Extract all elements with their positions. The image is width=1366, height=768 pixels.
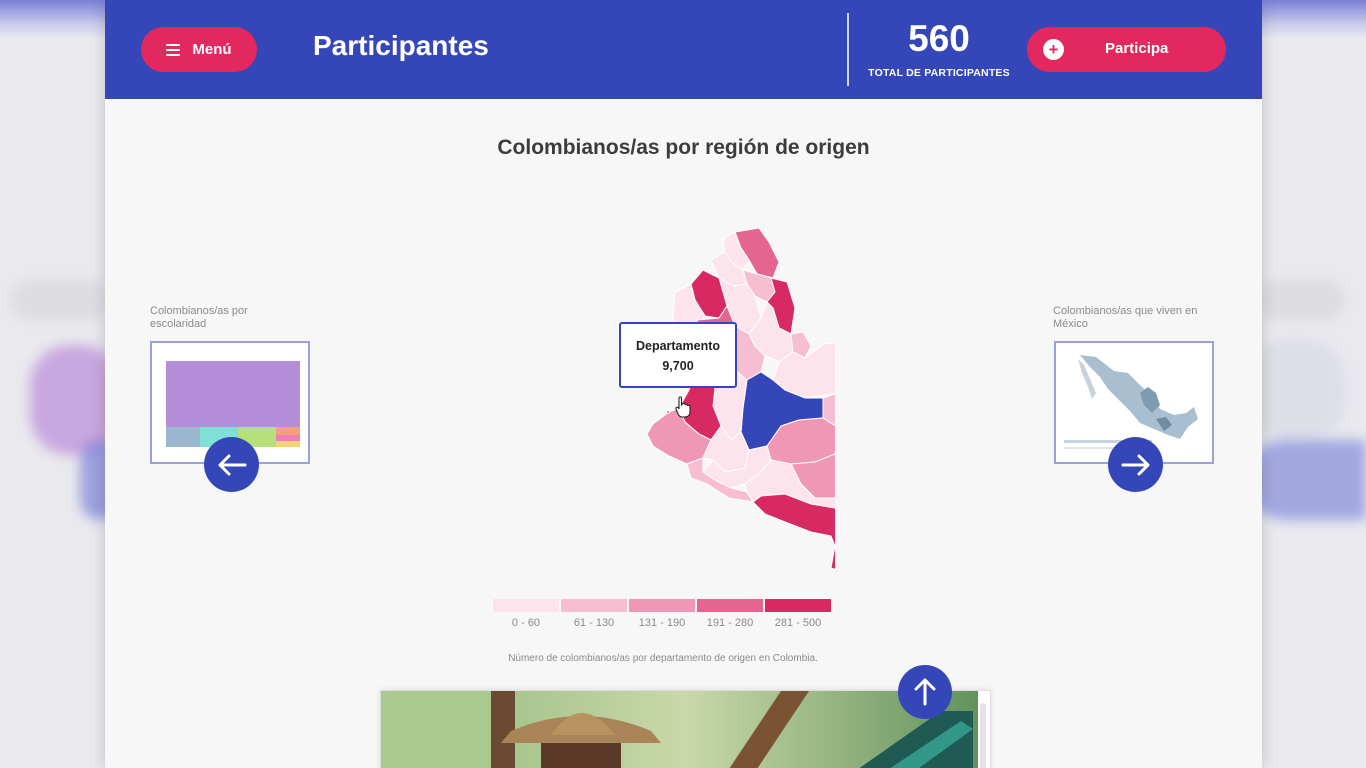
map-department xyxy=(752,493,835,570)
background-blur xyxy=(10,280,110,320)
menu-button[interactable]: Menú xyxy=(141,27,257,72)
legend-label: 191 - 280 xyxy=(706,617,754,629)
background-blur xyxy=(1246,440,1366,520)
tooltip-label: Departamento xyxy=(635,339,721,353)
legend-label: 131 - 190 xyxy=(638,617,686,629)
legend-swatch xyxy=(697,599,763,612)
modal-header: Menú Participantes 560 TOTAL DE PARTICIP… xyxy=(105,0,1262,99)
arrow-up-icon xyxy=(914,678,936,706)
legend-swatch xyxy=(629,599,695,612)
legend-label: 0 - 60 xyxy=(511,617,541,629)
plus-icon: + xyxy=(1043,39,1064,60)
total-participants-count: 560 xyxy=(908,18,970,59)
legend-swatch xyxy=(561,599,627,612)
legend-label: 281 - 500 xyxy=(774,617,822,629)
total-participants-label: TOTAL DE PARTICIPANTES xyxy=(868,67,1010,79)
hamburger-icon xyxy=(166,43,181,56)
legend-label: 61 - 130 xyxy=(573,617,615,629)
arrow-right-icon xyxy=(1121,454,1149,475)
map-legend-labels: 0 - 60 61 - 130 131 - 190 191 - 280 281 - 50… xyxy=(493,617,831,629)
next-chart-button[interactable] xyxy=(1108,437,1163,492)
map-legend xyxy=(493,599,831,612)
next-card-caption: Colombianos/as que viven en México xyxy=(1053,305,1198,330)
scroll-top-button[interactable] xyxy=(898,665,952,719)
arrow-left-icon xyxy=(218,454,246,475)
legend-swatch xyxy=(765,599,831,612)
section-title: Colombianos/as por región de origen xyxy=(497,136,870,159)
page-title: Participantes xyxy=(313,30,489,61)
participa-label: Participa xyxy=(1105,40,1169,57)
legend-swatch xyxy=(493,599,559,612)
header-divider xyxy=(847,13,849,86)
tooltip-value: 9,700 xyxy=(662,359,694,373)
participa-button[interactable]: + Participa xyxy=(1027,27,1226,72)
participant-photo xyxy=(381,691,990,768)
background-blur xyxy=(1256,280,1346,320)
map-caption: Número de colombianos/as por departament… xyxy=(508,653,818,664)
participants-modal: Menú Participantes 560 TOTAL DE PARTICIP… xyxy=(105,0,1262,768)
menu-label: Menú xyxy=(192,41,232,58)
hand-cursor-icon xyxy=(675,396,691,418)
prev-card-caption: Colombianos/as por escolaridad xyxy=(150,305,248,330)
map-tooltip: Departamento 9,700 xyxy=(619,322,737,388)
prev-chart-button[interactable] xyxy=(204,437,259,492)
